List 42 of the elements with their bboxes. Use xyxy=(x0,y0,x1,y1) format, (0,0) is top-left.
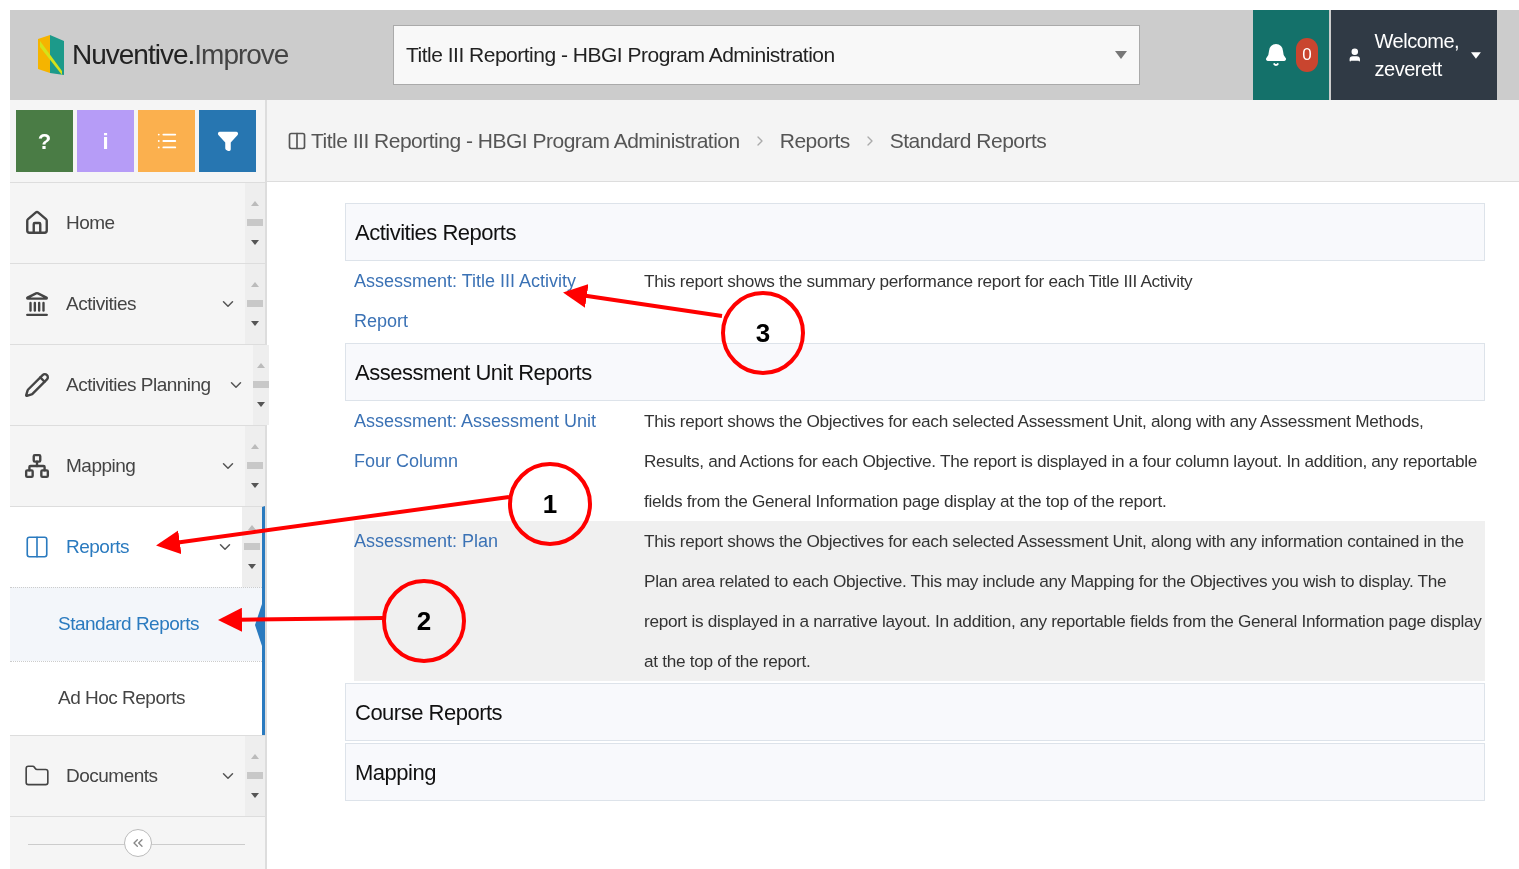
section-header: Course Reports xyxy=(345,683,1485,741)
logo-text: Nuventive.Improve xyxy=(72,38,289,72)
bell-icon xyxy=(1264,43,1288,67)
nav-item[interactable]: Reports xyxy=(10,507,242,587)
user-menu[interactable]: Welcome, zeverett xyxy=(1331,10,1497,100)
notification-count: 0 xyxy=(1296,38,1318,72)
callout-number: 2 xyxy=(382,579,466,663)
report-description: This report shows the Objectives for each selected Assessment Unit, along with any Assessment Methods, Results, and Actions for each Objective. The report is displayed in a four column layout. In addition, any reportable fields from the General Information page display at the top of the report. xyxy=(644,411,1478,511)
building-icon xyxy=(24,291,50,317)
report-link[interactable]: Assessment: Title III Activity Report xyxy=(354,261,620,341)
report-link[interactable]: Assessment: Plan xyxy=(354,521,499,561)
filter-icon xyxy=(216,130,239,152)
nav-item[interactable]: Home xyxy=(10,183,245,263)
columns-icon xyxy=(287,130,307,151)
nav-subitem[interactable]: Standard Reports xyxy=(10,587,262,661)
welcome-text: Welcome, xyxy=(1374,29,1460,54)
nav-item[interactable]: Activities Planning xyxy=(10,345,253,425)
help-button[interactable]: ? xyxy=(16,110,73,172)
dropdown-caret-icon xyxy=(1115,51,1127,59)
hierarchy-icon xyxy=(24,453,50,479)
section-header: Mapping xyxy=(345,743,1485,801)
report-description: This report shows the summary performance report for each Title III Activity xyxy=(644,271,1193,291)
caret-icon xyxy=(1471,50,1481,60)
nav-item[interactable]: Mapping xyxy=(10,426,245,506)
collapse-button[interactable] xyxy=(123,829,152,857)
nav-item[interactable]: Activities xyxy=(10,264,245,344)
breadcrumb-link[interactable]: Reports xyxy=(779,124,850,157)
breadcrumb-link[interactable]: Title III Reporting - HBGI Program Administration xyxy=(311,124,740,157)
breadcrumb-link[interactable]: Standard Reports xyxy=(889,124,1047,157)
filter-button[interactable] xyxy=(199,110,256,172)
callout-number: 1 xyxy=(508,462,592,546)
pencil-icon xyxy=(24,372,50,398)
user-name: zeverett xyxy=(1374,57,1443,82)
section-header: Assessment Unit Reports xyxy=(345,343,1485,401)
house-icon xyxy=(24,210,50,236)
report-description: This report shows the Objectives for each selected Assessment Unit, along with any information contained in the Plan area related to each Objective. This may include any Mapping for the Objectives you wish to display. The report is displayed in a narrative layout. In addition, any reportable fields from the General Information page display at the top of the report. xyxy=(644,531,1482,671)
nav-item[interactable]: Documents xyxy=(10,736,245,816)
columns-icon xyxy=(24,534,50,560)
section-header: Activities Reports xyxy=(345,203,1485,261)
notifications-button[interactable]: 0 xyxy=(1253,10,1329,100)
callout-number: 3 xyxy=(721,291,805,375)
project-select[interactable]: Title III Reporting - HBGI Program Administration xyxy=(393,25,1140,85)
